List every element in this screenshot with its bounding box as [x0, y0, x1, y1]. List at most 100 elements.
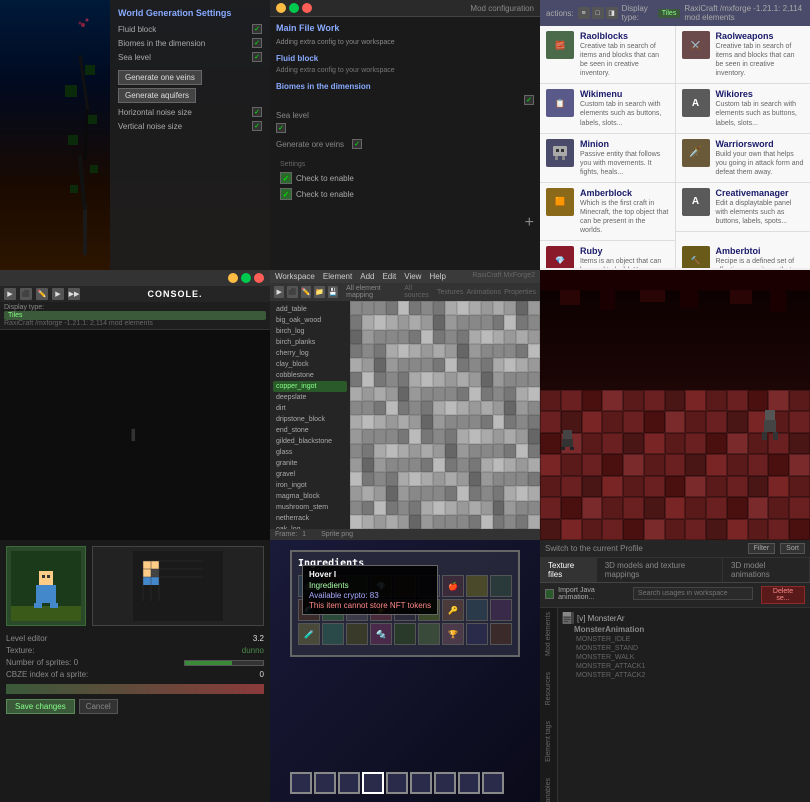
- inv-slot-24[interactable]: 🏆: [442, 623, 464, 645]
- inv-slot-25[interactable]: [466, 623, 488, 645]
- mod-item-creativemanager[interactable]: A Creativemanager Edit a displaytable pa…: [676, 183, 810, 232]
- menu-workspace[interactable]: Workspace: [275, 272, 315, 281]
- inv-slot-20[interactable]: [346, 623, 368, 645]
- cw-min-btn[interactable]: [228, 273, 238, 283]
- action-slot-5[interactable]: [410, 772, 432, 794]
- tex-item-11[interactable]: dripstone_block: [273, 414, 347, 425]
- inv-slot-23[interactable]: [418, 623, 440, 645]
- tex-tool-3[interactable]: ✏️: [301, 286, 311, 298]
- close-btn[interactable]: [302, 3, 312, 13]
- tex-item-6[interactable]: clay_block: [273, 359, 347, 370]
- anim-attack1[interactable]: MONSTER_ATTACK1: [574, 662, 806, 671]
- mod-item-wikiores[interactable]: A Wikiores Custom tab in search with ele…: [676, 84, 810, 133]
- inv-slot-15[interactable]: 🔑: [442, 599, 464, 621]
- anim-idle[interactable]: MONSTER_IDLE: [574, 635, 806, 644]
- generate-aquifers-btn[interactable]: Generate aquifers: [118, 88, 196, 103]
- filter-btn[interactable]: Filter: [748, 543, 776, 554]
- tex-tab-animations[interactable]: Animations: [466, 289, 501, 296]
- tex-canvas[interactable]: // Generate pixel colors for stone textu…: [350, 301, 540, 529]
- cw-icon-3[interactable]: ✏️: [36, 288, 48, 300]
- plus-btn[interactable]: +: [525, 214, 534, 232]
- tex-item-7[interactable]: cobblestone: [273, 370, 347, 381]
- tex-item-18[interactable]: magma_block: [273, 491, 347, 502]
- cw-icon-2[interactable]: ⬛: [20, 288, 32, 300]
- biomes-toggle[interactable]: ✓: [524, 95, 534, 105]
- mod-item-ruby[interactable]: 💎 Ruby Items is an object that can be us…: [540, 241, 675, 268]
- tex-tool-2[interactable]: ⬛: [287, 286, 297, 298]
- menu-add[interactable]: Add: [360, 272, 374, 281]
- tab-3d-models[interactable]: 3D models and texture mappings: [597, 558, 723, 582]
- menu-edit[interactable]: Edit: [382, 272, 396, 281]
- import-java-checkbox[interactable]: [545, 589, 554, 599]
- anim-attack2[interactable]: MONSTER_ATTACK2: [574, 671, 806, 680]
- cw-icon-1[interactable]: ▶: [4, 288, 16, 300]
- tex-tool-4[interactable]: 📁: [314, 286, 324, 298]
- tex-item-12[interactable]: end_stone: [273, 425, 347, 436]
- action-slot-2[interactable]: [338, 772, 360, 794]
- check-1[interactable]: ✓: [280, 172, 292, 184]
- anim-walk[interactable]: MONSTER_WALK: [574, 653, 806, 662]
- action-slot-3[interactable]: [362, 772, 384, 794]
- wg-sea-checkbox[interactable]: ✓: [252, 52, 262, 62]
- inv-slot-19[interactable]: [322, 623, 344, 645]
- cancel-btn[interactable]: Cancel: [79, 699, 118, 714]
- search-usages-input[interactable]: [633, 587, 753, 600]
- tab-texture-files[interactable]: Texture files: [540, 558, 597, 582]
- tex-item-14[interactable]: glass: [273, 447, 347, 458]
- action-icon-1[interactable]: ≡: [578, 7, 590, 19]
- cw-max-btn[interactable]: [241, 273, 251, 283]
- menu-help[interactable]: Help: [429, 272, 445, 281]
- gen-veins-toggle[interactable]: ✓: [352, 139, 362, 149]
- action-slot-4[interactable]: [386, 772, 408, 794]
- sort-btn[interactable]: Sort: [780, 543, 805, 554]
- inv-slot-17[interactable]: [490, 599, 512, 621]
- mod-item-minion[interactable]: Minion Passive entity that follows you w…: [540, 134, 675, 183]
- mod-item-raolweapons[interactable]: ⚔️ Raolweapons Creative tab in search of…: [676, 26, 810, 84]
- vtab-variables[interactable]: Variables: [545, 778, 552, 802]
- mod-item-raolblocks[interactable]: 🧱 Raolblocks Creative tab in search of i…: [540, 26, 675, 84]
- delete-btn[interactable]: Delete se...: [761, 586, 805, 604]
- wg-biomes-checkbox[interactable]: ✓: [252, 38, 262, 48]
- tex-item-16[interactable]: gravel: [273, 469, 347, 480]
- vtab-resources[interactable]: Resources: [545, 672, 552, 705]
- action-icon-2[interactable]: □: [592, 7, 604, 19]
- tex-item-3[interactable]: birch_log: [273, 326, 347, 337]
- tex-item-20[interactable]: netherrack: [273, 513, 347, 524]
- wg-fluid-checkbox[interactable]: ✓: [252, 24, 262, 34]
- tex-item-9[interactable]: deepslate: [273, 392, 347, 403]
- tex-tool-1[interactable]: ▶: [274, 286, 284, 298]
- inv-slot-18[interactable]: 🧪: [298, 623, 320, 645]
- tex-tab-textures[interactable]: Textures: [437, 289, 463, 296]
- menu-view[interactable]: View: [404, 272, 421, 281]
- inv-slot-7[interactable]: [466, 575, 488, 597]
- wg-hnoise-checkbox[interactable]: ✓: [252, 107, 262, 117]
- tab-3d-anim[interactable]: 3D model animations: [723, 558, 810, 582]
- action-slot-8[interactable]: [482, 772, 504, 794]
- tex-item-13[interactable]: gilded_blackstone: [273, 436, 347, 447]
- sprite-texture-value[interactable]: dunno: [242, 646, 264, 655]
- action-slot-6[interactable]: [434, 772, 456, 794]
- inv-slot-22[interactable]: [394, 623, 416, 645]
- generate-ore-veins-btn[interactable]: Generate one veins: [118, 70, 202, 85]
- mod-item-amberbtoi[interactable]: 🔨 Amberbtoi Recipe is a defined set of e…: [676, 241, 810, 268]
- inv-slot-16[interactable]: [466, 599, 488, 621]
- check-2[interactable]: ✓: [280, 188, 292, 200]
- cw-icon-5[interactable]: ▶▶: [68, 288, 80, 300]
- action-slot-7[interactable]: [458, 772, 480, 794]
- cw-close-btn[interactable]: [254, 273, 264, 283]
- tex-item-15[interactable]: granite: [273, 458, 347, 469]
- menu-element[interactable]: Element: [323, 272, 352, 281]
- action-icon-3[interactable]: ◨: [606, 7, 618, 19]
- tex-item-5[interactable]: cherry_log: [273, 348, 347, 359]
- inv-slot-8[interactable]: [490, 575, 512, 597]
- tex-item-4[interactable]: birch_planks: [273, 337, 347, 348]
- sea-level-toggle[interactable]: ✓: [276, 123, 286, 133]
- vtab-element-tags[interactable]: Element tags: [545, 721, 552, 762]
- tex-tab-sources[interactable]: All sources: [404, 285, 434, 299]
- save-changes-btn[interactable]: Save changes: [6, 699, 75, 714]
- tex-item-2[interactable]: big_oak_wood: [273, 315, 347, 326]
- sprite-canvas[interactable]: [92, 546, 264, 626]
- tex-item-17[interactable]: iron_ingot: [273, 480, 347, 491]
- wg-vnoise-checkbox[interactable]: ✓: [252, 121, 262, 131]
- mod-item-amberblock[interactable]: 🟧 Amberblock Which is the first craft in…: [540, 183, 675, 241]
